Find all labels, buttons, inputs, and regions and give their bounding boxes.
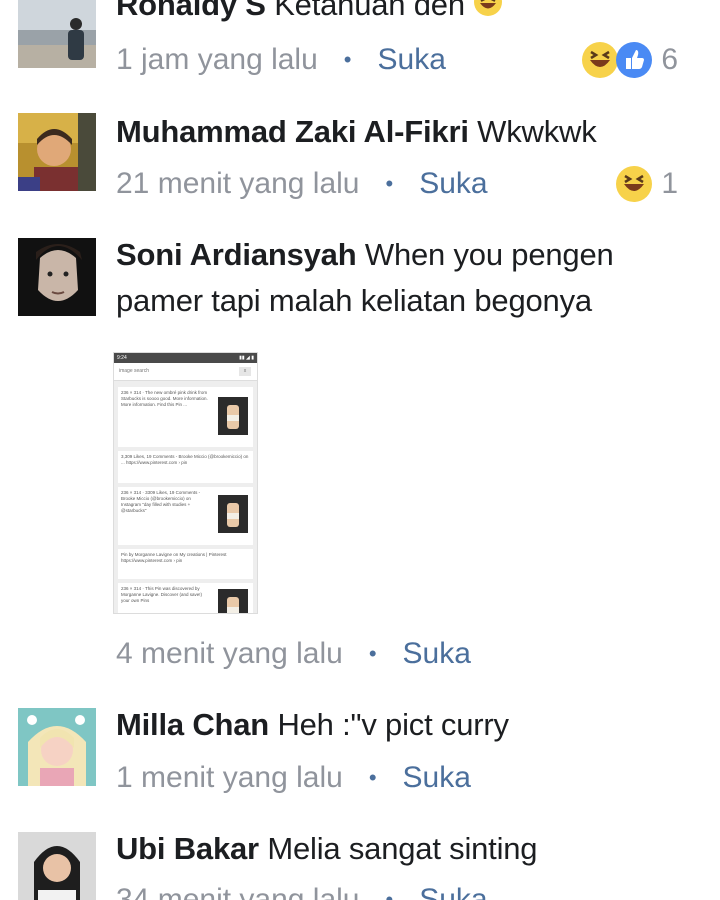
reaction-summary[interactable]: 6 (581, 41, 678, 79)
avatar[interactable] (18, 0, 96, 68)
laughing-emoji-icon (473, 0, 503, 30)
comment-time: 21 menit yang lalu (116, 167, 360, 200)
avatar[interactable] (18, 708, 96, 786)
drink-thumbnail-icon (218, 589, 248, 613)
haha-reaction-icon (581, 41, 619, 79)
comment-time: 34 menit yang lalu (116, 883, 360, 900)
haha-reaction-icon (615, 165, 653, 203)
status-icons: ▮▮ ◢ ▮ (239, 355, 254, 361)
comment-text: Wkwkwk (477, 114, 597, 149)
separator-dot: • (368, 641, 377, 666)
separator-dot: • (385, 887, 394, 900)
attachment-result-text: Pin by Morganne Lavigne on My creations … (121, 552, 227, 563)
like-button[interactable]: Suka (378, 43, 446, 77)
drink-thumbnail-icon (218, 397, 248, 435)
like-reaction-icon (615, 41, 653, 79)
attachment-result: 236 × 314 · The new ombré pink drink fro… (118, 387, 253, 447)
avatar[interactable] (18, 113, 96, 191)
separator-dot: • (368, 765, 377, 790)
attachment-result: 3,309 Likes, 19 Comments - Brooke Miccio… (118, 451, 253, 483)
attachment-search-bar: image search x (114, 363, 257, 381)
avatar-photo-icon (18, 238, 96, 316)
commenter-name[interactable]: Milla Chan (116, 707, 269, 742)
commenter-name[interactable]: Soni Ardiansyah (116, 237, 357, 272)
attachment-result-text: 236 × 314 · This Pin was discovered by M… (121, 586, 203, 603)
reaction-summary[interactable]: 1 (615, 165, 678, 203)
drink-thumbnail-icon (218, 495, 248, 533)
commenter-name[interactable]: Ubi Bakar (116, 831, 259, 866)
avatar-photo-icon (18, 113, 96, 191)
avatar-photo-icon (18, 0, 96, 68)
attachment-result: 236 × 314 · This Pin was discovered by M… (118, 583, 253, 613)
attachment-result: 236 × 314 · 3309 Likes, 19 Comments - Br… (118, 487, 253, 545)
comment-time: 4 menit yang lalu (116, 637, 343, 670)
reaction-count: 6 (661, 43, 678, 76)
attachment-result-text: 236 × 314 · 3309 Likes, 19 Comments - Br… (121, 490, 201, 513)
avatar-photo-icon (18, 832, 96, 900)
comment-text: Heh :"v pict curry (277, 707, 509, 742)
attachment-result-text: 3,309 Likes, 19 Comments - Brooke Miccio… (121, 454, 249, 465)
commenter-name[interactable]: Ronaldy S (116, 0, 266, 22)
attachment-result: Pin by Morganne Lavigne on My creations … (118, 549, 253, 579)
like-button[interactable]: Suka (419, 883, 487, 900)
like-button[interactable]: Suka (419, 167, 487, 201)
attachment-status-time: 9:24 (117, 355, 127, 361)
like-button[interactable]: Suka (403, 637, 471, 671)
comment-attachment-image[interactable]: 9:24 ▮▮ ◢ ▮ image search x 236 × 314 · T… (113, 352, 258, 614)
comment-text: Melia sangat sinting (267, 831, 538, 866)
avatar[interactable] (18, 238, 96, 316)
like-button[interactable]: Suka (403, 761, 471, 795)
reaction-count: 1 (661, 167, 678, 200)
separator-dot: • (343, 47, 352, 72)
attachment-status-bar: 9:24 ▮▮ ◢ ▮ (114, 353, 257, 363)
separator-dot: • (385, 171, 394, 196)
comment-time: 1 jam yang lalu (116, 43, 318, 76)
attachment-result-text: 236 × 314 · The new ombré pink drink fro… (121, 390, 208, 407)
comment-time: 1 menit yang lalu (116, 761, 343, 794)
comment-text: Ketahuan den (274, 0, 465, 22)
avatar[interactable] (18, 832, 96, 900)
avatar-photo-icon (18, 708, 96, 786)
attachment-search-label: image search (119, 368, 150, 374)
close-icon: x (239, 367, 251, 376)
commenter-name[interactable]: Muhammad Zaki Al-Fikri (116, 114, 469, 149)
